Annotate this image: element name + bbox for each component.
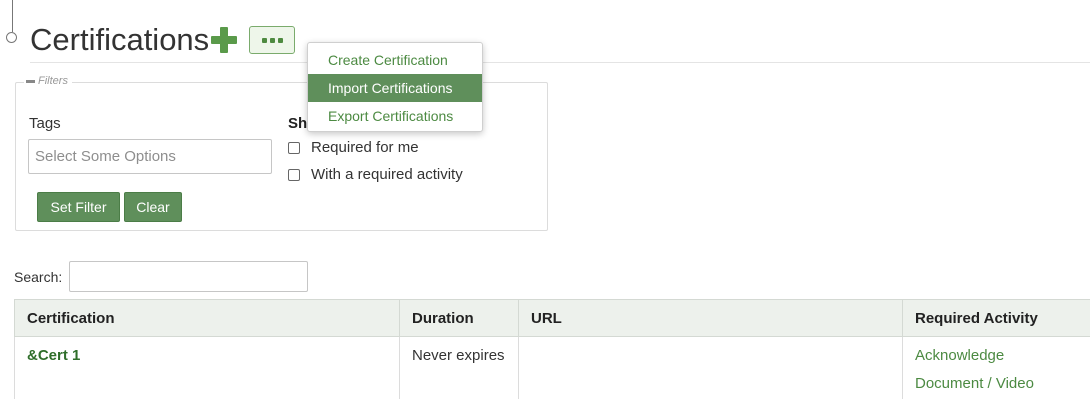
duration-cell: Never expires (400, 337, 519, 399)
url-cell (519, 337, 903, 399)
more-actions-button[interactable] (249, 26, 295, 54)
certifications-table: Certification Duration URL Required Acti… (14, 299, 1090, 399)
actions-dropdown-menu: Create Certification Import Certificatio… (307, 42, 483, 132)
menu-item-create-certification[interactable]: Create Certification (308, 46, 482, 74)
column-header-url[interactable]: URL (519, 300, 903, 337)
filters-toggle[interactable]: Filters (24, 74, 72, 88)
required-activity-cell: Acknowledge Document / Video (903, 337, 1090, 399)
page-title: Certifications (30, 20, 209, 60)
checkbox-label: Required for me (311, 139, 419, 156)
column-header-duration[interactable]: Duration (400, 300, 519, 337)
column-header-certification[interactable]: Certification (15, 300, 400, 337)
clear-button[interactable]: Clear (124, 192, 182, 222)
menu-item-import-certifications[interactable]: Import Certifications (308, 74, 482, 102)
required-activity-link[interactable]: Acknowledge (915, 342, 1078, 370)
minus-icon (26, 80, 35, 83)
checkbox-icon[interactable] (288, 169, 300, 181)
table-row: &Cert 1 Never expires Acknowledge Docume… (15, 337, 1090, 399)
required-activity-link[interactable]: Document / Video (915, 370, 1078, 398)
certification-cell: &Cert 1 (15, 337, 400, 399)
checkbox-icon[interactable] (288, 142, 300, 154)
filters-legend-label: Filters (38, 74, 68, 88)
column-header-required-activity[interactable]: Required Activity (903, 300, 1090, 337)
show-label: Sh (288, 115, 307, 132)
timeline-line (12, 0, 13, 32)
header-divider (30, 62, 1090, 63)
certification-link[interactable]: &Cert 1 (27, 347, 80, 364)
table-header-row: Certification Duration URL Required Acti… (15, 300, 1090, 337)
with-required-activity-checkbox[interactable]: With a required activity (288, 166, 463, 183)
menu-item-export-certifications[interactable]: Export Certifications (308, 102, 482, 130)
search-input[interactable] (69, 261, 308, 292)
set-filter-button[interactable]: Set Filter (37, 192, 120, 222)
tags-select-input[interactable] (28, 139, 272, 174)
add-certification-button[interactable] (211, 27, 237, 53)
checkbox-label: With a required activity (311, 166, 463, 183)
required-for-me-checkbox[interactable]: Required for me (288, 139, 419, 156)
search-label: Search: (14, 269, 62, 285)
timeline-node-icon (6, 32, 17, 43)
tags-label: Tags (29, 115, 61, 132)
more-icon (262, 38, 267, 43)
